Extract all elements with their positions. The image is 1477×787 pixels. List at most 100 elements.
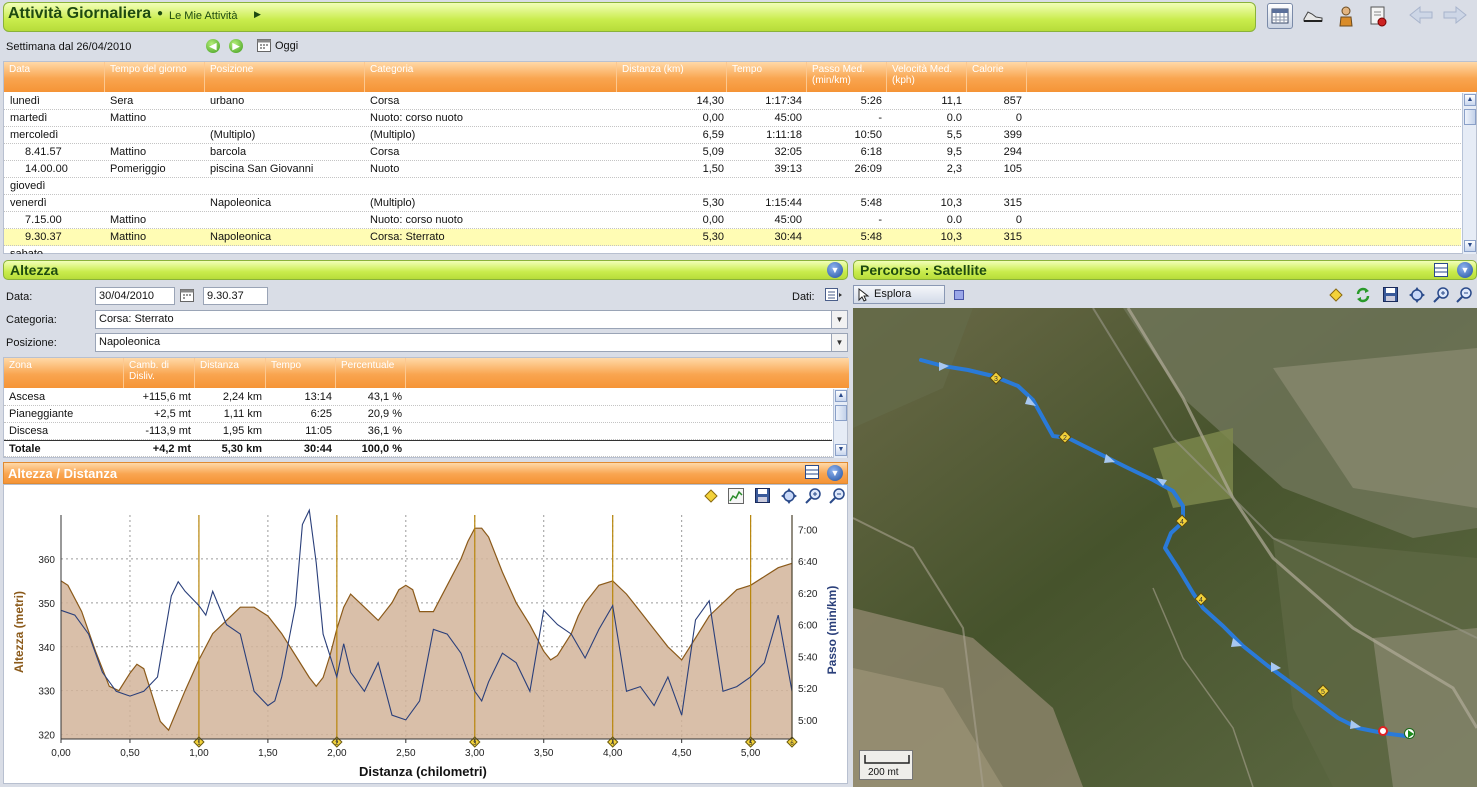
scroll-up-icon[interactable]: ▲ [1464, 94, 1476, 106]
scroll-thumb[interactable] [1464, 109, 1476, 125]
zone-cell-perc: 100,0 % [361, 443, 402, 455]
chevron-down-icon[interactable]: ▼ [831, 334, 847, 351]
scroll-up-icon[interactable]: ▲ [835, 390, 847, 402]
calendar-icon[interactable] [257, 39, 271, 55]
diamond-icon[interactable] [1329, 288, 1343, 305]
shoe-icon[interactable] [1300, 3, 1326, 29]
y-right-tick-label: 5:20 [798, 684, 818, 695]
explore-tool-button[interactable]: Esplora [853, 285, 945, 304]
table-row[interactable]: mercoledì (Multiplo) (Multiplo) 6,59 1:11:18… [4, 127, 1461, 144]
selection-square-icon[interactable] [954, 290, 964, 300]
date-field[interactable]: 30/04/2010 [95, 287, 175, 305]
zones-col-distanza[interactable]: Distanza [195, 358, 266, 388]
col-header-tempo[interactable]: Tempo [727, 62, 807, 92]
map-svg[interactable] [853, 308, 1477, 787]
y-right-tick-label: 5:00 [798, 716, 818, 727]
table-row[interactable]: lunedì Sera urbano Corsa 14,30 1:17:34 5:26 11,… [4, 93, 1461, 110]
next-week-button[interactable]: ▶ [229, 39, 243, 53]
calendar-view-icon[interactable] [1267, 3, 1293, 29]
route-start-marker[interactable] [1404, 728, 1415, 739]
y-right-tick-label: 7:00 [798, 525, 818, 536]
col-header-posizione[interactable]: Posizione [205, 62, 365, 92]
back-arrow-icon[interactable] [1408, 5, 1434, 28]
breadcrumb[interactable]: Le Mie Attività [169, 10, 237, 22]
scroll-down-icon[interactable]: ▼ [1464, 240, 1476, 252]
athlete-icon[interactable] [1333, 3, 1359, 29]
table-row[interactable]: 9.30.37 Mattino Napoleonica Corsa: Sterrato… [4, 229, 1461, 246]
save-icon[interactable] [1383, 287, 1398, 305]
time-field[interactable]: 9.30.37 [203, 287, 268, 305]
chevron-down-icon[interactable]: ▼ [831, 311, 847, 328]
elev-chart-area: 0,00 0,50 1,00 1,50 2,00 2,50 3,00 3,50 4,00 4,50… [3, 484, 848, 784]
table-scrollbar[interactable]: ▲ ▼ [1462, 93, 1476, 254]
table-row[interactable]: sabato [4, 246, 1461, 254]
zones-row[interactable]: Ascesa +115,6 mt 2,24 km 13:14 43,1 % [4, 389, 832, 406]
cell-categoria: Corsa [370, 95, 400, 107]
fit-zoom-icon[interactable] [1409, 287, 1425, 306]
route-marker-5[interactable]: 5 [1316, 684, 1330, 701]
col-header-calorie[interactable]: Calorie [967, 62, 1027, 92]
elev-collapse-icon[interactable]: ▼ [827, 465, 843, 481]
route-marker-2[interactable]: 2 [1058, 430, 1072, 447]
cell-passo: - [878, 214, 882, 226]
route-panel-header: Percorso : Satellite [853, 260, 1477, 280]
zones-row[interactable]: Discesa -113,9 mt 1,95 km 11:05 36,1 % [4, 423, 832, 440]
layout-icon[interactable] [805, 465, 819, 482]
zones-col-zona[interactable]: Zona [4, 358, 124, 388]
cell-data: 8.41.57 [25, 146, 62, 158]
zone-cell-perc: 43,1 % [367, 391, 402, 403]
cell-tempo: 39:13 [774, 163, 802, 175]
table-row[interactable]: 7.15.00 Mattino Nuoto: corso nuoto 0,00 45:0… [4, 212, 1461, 229]
zones-scrollbar[interactable]: ▲ ▼ [833, 389, 847, 458]
table-row[interactable]: venerdì Napoleonica (Multiplo) 5,30 1:15:44 5… [4, 195, 1461, 212]
today-button[interactable]: Oggi [275, 40, 298, 52]
route-marker-3[interactable]: 3 [989, 371, 1003, 388]
date-picker-icon[interactable] [180, 289, 194, 305]
altezza-collapse-icon[interactable]: ▼ [827, 262, 843, 278]
refresh-icon[interactable] [1355, 287, 1371, 306]
zoom-in-icon[interactable] [1433, 287, 1449, 306]
table-row[interactable]: giovedì [4, 178, 1461, 195]
posizione-select[interactable]: Napoleonica ▼ [95, 333, 848, 352]
route-marker-4b[interactable]: 4 [1194, 592, 1208, 609]
zone-cell-tempo: 13:14 [304, 391, 332, 403]
cell-data: venerdì [10, 197, 47, 209]
elev-chart-svg[interactable]: 0,00 0,50 1,00 1,50 2,00 2,50 3,00 3,50 4,00 4,50… [4, 485, 849, 785]
col-header-tempo-giorno[interactable]: Tempo del giorno [105, 62, 205, 92]
x-tick-label: 4,00 [603, 748, 623, 759]
satellite-map[interactable]: 3 2 4 4 5 200 mt [853, 308, 1477, 787]
zones-total-row[interactable]: Totale +4,2 mt 5,30 km 30:44 100,0 % [4, 440, 832, 457]
map-scale-label: 200 mt [868, 767, 899, 778]
cell-data: mercoledì [10, 129, 59, 141]
data-options-icon[interactable] [825, 288, 843, 305]
col-header-data[interactable]: Data [4, 62, 105, 92]
col-header-categoria[interactable]: Categoria [365, 62, 617, 92]
zone-cell-disliv: +115,6 mt [142, 391, 191, 403]
col-header-velocita[interactable]: Velocità Med. (kph) [887, 62, 967, 92]
table-row[interactable]: 8.41.57 Mattino barcola Corsa 5,09 32:05 6:18 9… [4, 144, 1461, 161]
zones-col-disliv[interactable]: Camb. di Disliv. [124, 358, 195, 388]
zones-row[interactable]: Pianeggiante +2,5 mt 1,11 km 6:25 20,9 % [4, 406, 832, 423]
route-marker-4a[interactable]: 4 [1175, 514, 1189, 531]
layout-icon[interactable] [1434, 263, 1448, 280]
table-row[interactable]: 14.00.00 Pomeriggio piscina San Giovanni Nu… [4, 161, 1461, 178]
report-icon[interactable] [1365, 3, 1391, 29]
table-row[interactable]: martedì Mattino Nuoto: corso nuoto 0,00 45:0… [4, 110, 1461, 127]
zones-col-tempo[interactable]: Tempo [266, 358, 336, 388]
scroll-thumb[interactable] [835, 405, 847, 421]
route-end-marker[interactable] [1378, 726, 1388, 736]
cell-calorie: 0 [1015, 214, 1022, 226]
breadcrumb-arrow-icon[interactable]: ▶ [254, 9, 261, 20]
zones-col-percentuale[interactable]: Percentuale [336, 358, 406, 388]
zoom-out-icon[interactable] [1456, 287, 1472, 306]
categoria-select[interactable]: Corsa: Sterrato ▼ [95, 310, 848, 329]
elev-chart-title: Altezza / Distanza [8, 466, 118, 481]
y-left-tick-label: 330 [38, 687, 55, 698]
col-header-passo[interactable]: Passo Med. (min/km) [807, 62, 887, 92]
x-tick-label: 3,00 [465, 748, 485, 759]
previous-week-button[interactable]: ◀ [206, 39, 220, 53]
scroll-down-icon[interactable]: ▼ [835, 444, 847, 456]
col-header-distanza[interactable]: Distanza (km) [617, 62, 727, 92]
forward-arrow-icon[interactable] [1442, 5, 1468, 28]
route-collapse-icon[interactable]: ▼ [1457, 262, 1473, 278]
